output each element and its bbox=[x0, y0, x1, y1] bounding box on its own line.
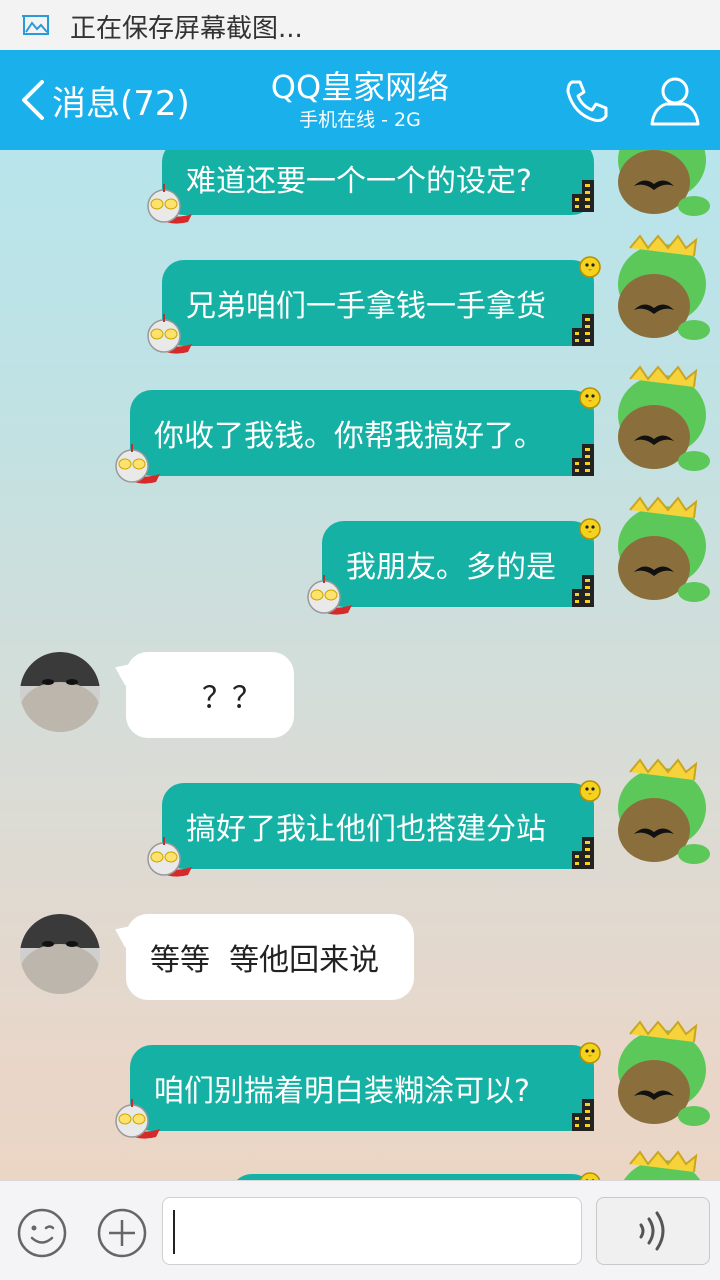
my-avatar[interactable] bbox=[610, 1150, 714, 1180]
contact-avatar[interactable] bbox=[20, 914, 100, 994]
message-text: 兄弟咱们一手拿钱一手拿货 bbox=[186, 289, 546, 324]
message-text: 你收了我钱。你帮我搞好了。 bbox=[154, 419, 544, 454]
message-list[interactable]: 难道还要一个一个的设定? 兄弟咱们一手拿钱一手拿货 你收了我钱。你帮我搞好了。 … bbox=[0, 150, 720, 1180]
building-icon bbox=[572, 314, 594, 346]
building-icon bbox=[572, 837, 594, 869]
chick-icon bbox=[579, 1042, 601, 1064]
message-bubble-incoming[interactable]: 等等 等他回来说 bbox=[126, 914, 414, 1000]
message-bubble-outgoing[interactable]: 兄弟咱们一手拿钱一手拿货 bbox=[162, 260, 594, 346]
chat-title: QQ皇家网络 bbox=[270, 68, 450, 106]
back-label: 消息(72) bbox=[52, 83, 190, 124]
building-icon bbox=[572, 575, 594, 607]
message-bubble-outgoing[interactable]: 你收了我钱。你帮我搞好了。 bbox=[130, 390, 594, 476]
ultraman-sticker-icon bbox=[115, 1099, 160, 1139]
message-bubble-incoming[interactable]: ？？ bbox=[126, 652, 294, 738]
my-avatar[interactable] bbox=[610, 234, 714, 346]
chick-icon bbox=[579, 387, 601, 409]
voice-button[interactable] bbox=[596, 1197, 710, 1265]
my-avatar[interactable] bbox=[610, 758, 714, 870]
profile-icon[interactable] bbox=[648, 74, 702, 128]
screenshot-icon bbox=[22, 15, 49, 35]
chick-icon bbox=[579, 256, 601, 278]
chick-icon bbox=[579, 518, 601, 540]
notification-text: 正在保存屏幕截图... bbox=[70, 14, 303, 44]
message-text: 搞好了我让他们也搭建分站 bbox=[186, 812, 546, 847]
message-bubble-outgoing[interactable]: 我朋友。多的是 bbox=[322, 521, 594, 607]
input-bar bbox=[0, 1180, 720, 1280]
message-text: 等等 等他回来说 bbox=[150, 943, 380, 978]
ultraman-sticker-icon bbox=[147, 837, 192, 877]
message-text: ？？ bbox=[202, 681, 262, 716]
status-bar: 正在保存屏幕截图... bbox=[0, 0, 720, 50]
phone-icon[interactable] bbox=[562, 76, 612, 126]
my-avatar[interactable] bbox=[610, 365, 714, 477]
plus-icon[interactable] bbox=[96, 1207, 148, 1259]
emoji-icon[interactable] bbox=[16, 1207, 68, 1259]
message-text: 我朋友。多的是 bbox=[346, 550, 556, 585]
online-status: 手机在线 - 2G bbox=[299, 109, 421, 131]
building-icon bbox=[572, 180, 594, 212]
building-icon bbox=[572, 1099, 594, 1131]
ultraman-sticker-icon bbox=[307, 575, 352, 615]
text-caret bbox=[173, 1210, 175, 1254]
my-avatar[interactable] bbox=[610, 150, 714, 222]
ultraman-sticker-icon bbox=[115, 444, 160, 484]
my-avatar[interactable] bbox=[610, 1020, 714, 1132]
message-text: 难道还要一个一个的设定? bbox=[186, 163, 532, 199]
message-bubble-outgoing[interactable]: 咱们别揣着明白装糊涂可以? bbox=[130, 1045, 594, 1131]
back-button[interactable]: 消息(72) bbox=[18, 74, 190, 126]
contact-avatar[interactable] bbox=[20, 652, 100, 732]
message-text: 咱们别揣着明白装糊涂可以? bbox=[154, 1074, 530, 1109]
message-input[interactable] bbox=[162, 1197, 582, 1265]
chat-header: 消息(72) QQ皇家网络 手机在线 - 2G bbox=[0, 50, 720, 150]
building-icon bbox=[572, 444, 594, 476]
message-bubble-outgoing[interactable]: 搞好了我让他们也搭建分站 bbox=[162, 783, 594, 869]
voice-icon bbox=[639, 1211, 665, 1251]
message-bubble-outgoing[interactable]: 难道还要一个一个的设定? bbox=[162, 150, 594, 215]
ultraman-sticker-icon bbox=[147, 184, 192, 224]
chick-icon bbox=[579, 1172, 601, 1180]
ultraman-sticker-icon bbox=[147, 314, 192, 354]
chick-icon bbox=[579, 780, 601, 802]
chevron-left-icon bbox=[22, 80, 44, 120]
my-avatar[interactable] bbox=[610, 496, 714, 608]
